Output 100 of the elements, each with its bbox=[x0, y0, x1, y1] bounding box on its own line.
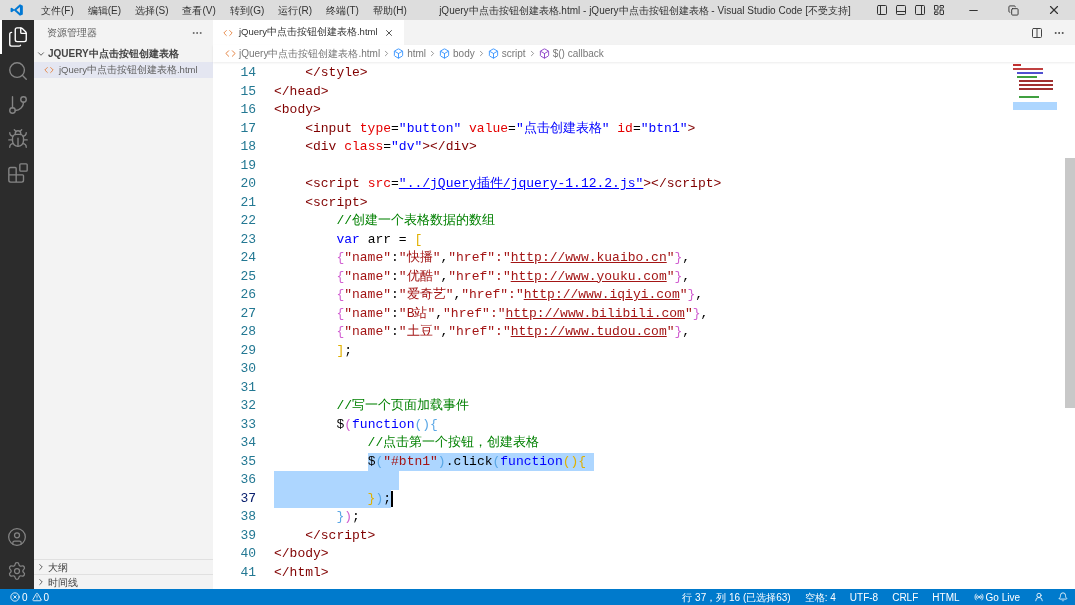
line-number: 16 bbox=[239, 101, 256, 119]
breadcrumb-item[interactable]: jQuery中点击按钮创建表格.html bbox=[225, 46, 381, 61]
line-number: 19 bbox=[239, 156, 256, 175]
layout-icon[interactable] bbox=[933, 4, 945, 16]
line-number: 38 bbox=[239, 508, 256, 526]
status-item[interactable]: 空格: 4 bbox=[797, 589, 843, 605]
branch-icon bbox=[7, 94, 29, 116]
breadcrumb-item[interactable]: body bbox=[439, 46, 475, 61]
menu-item[interactable]: 文件(F) bbox=[34, 2, 81, 18]
status-item[interactable]: UTF-8 bbox=[842, 589, 886, 605]
line-number: 27 bbox=[239, 304, 256, 323]
broadcast-icon bbox=[973, 592, 984, 602]
menu-item[interactable]: 运行(R) bbox=[271, 2, 320, 18]
app-logo-icon bbox=[10, 3, 24, 17]
problems-indicator[interactable]: 0 0 bbox=[0, 589, 50, 605]
cube-icon bbox=[538, 48, 550, 59]
code-line: {"name":"快播","href":"http://www.kuaibo.cn"}, bbox=[335, 249, 691, 267]
line-number: 33 bbox=[239, 415, 256, 434]
settings-icon[interactable] bbox=[7, 561, 27, 581]
line-number: 25 bbox=[239, 267, 256, 286]
breadcrumb-item[interactable]: $() callback bbox=[538, 46, 604, 61]
scrollbar-thumb[interactable] bbox=[1065, 158, 1075, 408]
code-line: <body> bbox=[274, 101, 321, 119]
bell-icon[interactable] bbox=[1058, 592, 1068, 602]
warning-icon bbox=[31, 592, 42, 602]
line-number: 20 bbox=[239, 175, 256, 193]
menu-item[interactable]: 终端(T) bbox=[319, 2, 366, 18]
folder-name: JQUERY中点击按钮创建表格 bbox=[48, 47, 179, 61]
panel-left-icon[interactable] bbox=[876, 4, 888, 16]
menu-item[interactable]: 查看(V) bbox=[175, 2, 223, 18]
bug-icon bbox=[7, 128, 29, 150]
account-icon[interactable] bbox=[7, 527, 27, 547]
line-number: 35 bbox=[239, 452, 256, 471]
line-number: 29 bbox=[239, 341, 256, 360]
code-line: //写一个页面加载事件 bbox=[335, 397, 469, 415]
code-line: {"name":"土豆","href":"http://www.tudou.com"}, bbox=[335, 323, 691, 341]
status-item[interactable]: Go Live bbox=[966, 589, 1027, 605]
sidebar-title: 资源管理器 bbox=[47, 26, 97, 40]
code-line: </style> bbox=[304, 64, 368, 82]
line-number: 30 bbox=[239, 360, 256, 378]
code-line: {"name":"爱奇艺","href":"http://www.iqiyi.com"}, bbox=[335, 286, 704, 304]
line-number: 41 bbox=[239, 563, 256, 582]
cube-icon bbox=[393, 48, 405, 59]
menu-item[interactable]: 帮助(H) bbox=[365, 2, 414, 18]
code-line: <div class="dv"></div> bbox=[304, 138, 477, 156]
code-line: $(function(){ bbox=[335, 415, 438, 434]
code-line: <input type="button" value="点击创建表格" id="btn1"> bbox=[304, 119, 696, 138]
line-number: 23 bbox=[239, 230, 256, 249]
close-icon[interactable] bbox=[1047, 3, 1061, 17]
folder-header[interactable]: JQUERY中点击按钮创建表格 bbox=[34, 45, 213, 62]
blocks-icon bbox=[7, 162, 29, 184]
code-line: <script> bbox=[304, 193, 368, 212]
status-item[interactable]: HTML bbox=[925, 589, 967, 605]
window-title: jQuery中点击按钮创建表格.html - jQuery中点击按钮创建表格 - Visual Studio Code [不受支持] bbox=[438, 3, 852, 18]
line-number: 31 bbox=[239, 378, 256, 397]
breadcrumb-item[interactable]: script bbox=[487, 46, 526, 61]
code-line: {"name":"优酷","href":"http://www.youku.com"}, bbox=[335, 267, 691, 286]
cube-icon bbox=[487, 48, 499, 59]
code-line: {"name":"B站","href":"http://www.bilibili.com"}, bbox=[335, 304, 709, 323]
search-icon bbox=[7, 60, 29, 82]
breadcrumb-item[interactable]: html bbox=[393, 46, 427, 61]
line-number: 36 bbox=[239, 471, 256, 489]
editor-tab[interactable]: jQuery中点击按钮创建表格.html bbox=[213, 20, 404, 45]
status-item[interactable]: CRLF bbox=[885, 589, 926, 605]
line-number: 24 bbox=[239, 249, 256, 267]
menu-item[interactable]: 选择(S) bbox=[128, 2, 176, 18]
status-item[interactable]: 行 37，列 16 (已选择63) bbox=[675, 589, 798, 605]
minimap bbox=[1011, 62, 1059, 112]
line-number: 32 bbox=[239, 397, 256, 415]
close-icon[interactable] bbox=[383, 27, 394, 38]
files-icon bbox=[7, 26, 29, 48]
tab-label: jQuery中点击按钮创建表格.html bbox=[239, 25, 378, 40]
split-editor-icon[interactable] bbox=[1031, 26, 1043, 39]
line-number: 21 bbox=[239, 193, 256, 212]
panel-right-icon[interactable] bbox=[914, 4, 926, 16]
code-line: <script src="../jQuery插件/jquery-1.12.2.js"></script> bbox=[304, 175, 722, 193]
code-icon bbox=[223, 27, 233, 38]
section-header[interactable]: 大纲 bbox=[34, 559, 213, 574]
line-number: 15 bbox=[239, 82, 256, 101]
menu-item[interactable]: 编辑(E) bbox=[80, 2, 129, 18]
section-name: 大纲 bbox=[48, 560, 68, 575]
line-number: 22 bbox=[239, 212, 256, 230]
cube-icon bbox=[439, 48, 451, 59]
code-line: var arr = [ bbox=[335, 230, 423, 249]
code-line: </head> bbox=[274, 82, 329, 101]
code-icon bbox=[44, 65, 54, 75]
line-number: 14 bbox=[239, 64, 256, 82]
code-line: </body> bbox=[274, 545, 329, 563]
line-number: 17 bbox=[239, 119, 256, 138]
code-line: //创建一个表格数据的数组 bbox=[335, 212, 495, 230]
panel-bottom-icon[interactable] bbox=[895, 4, 907, 16]
menu-item[interactable]: 转到(G) bbox=[222, 2, 272, 18]
line-number: 18 bbox=[239, 138, 256, 156]
file-item[interactable]: jQuery中点击按钮创建表格.html bbox=[34, 62, 213, 78]
code-line: }); bbox=[335, 508, 360, 526]
code-line: </html> bbox=[274, 563, 329, 582]
code-line: ]; bbox=[335, 341, 353, 360]
code-line: </script> bbox=[304, 526, 376, 545]
line-number: 37 bbox=[239, 489, 256, 508]
restore-icon[interactable] bbox=[1008, 4, 1019, 16]
